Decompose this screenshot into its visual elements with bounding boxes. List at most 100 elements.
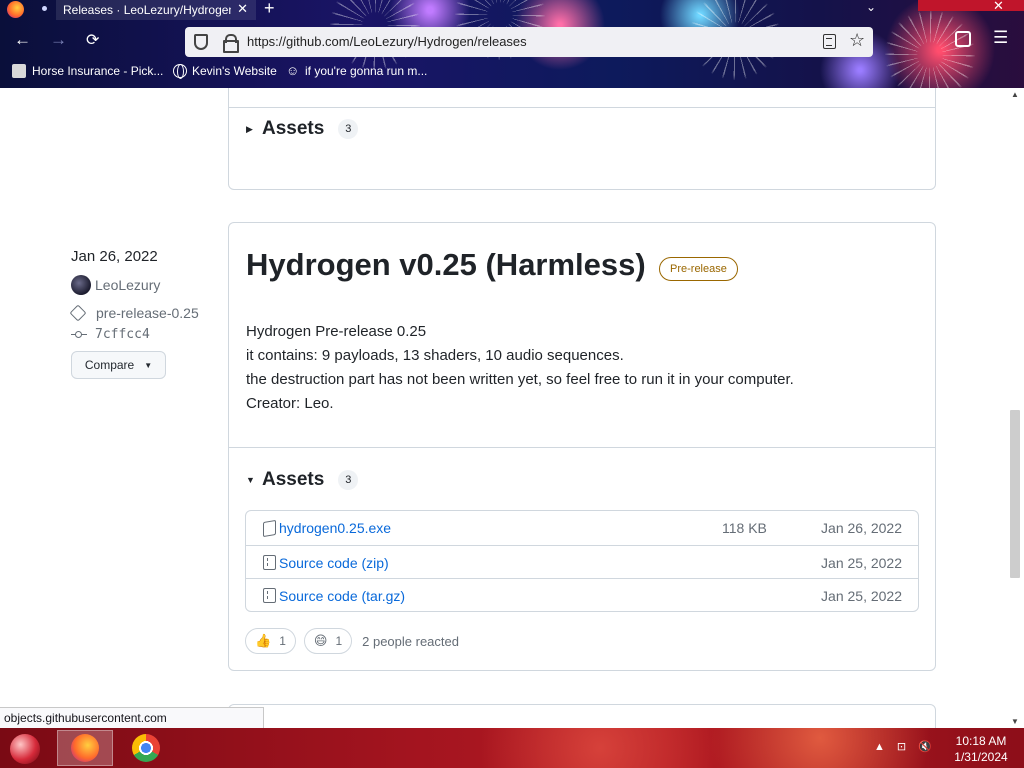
avatar[interactable] [71,275,91,295]
author-link[interactable]: LeoLezury [71,275,221,295]
bookmark-kevins-website[interactable]: Kevin's Website [173,64,277,79]
bookmark-favicon-icon [12,64,26,78]
compare-button[interactable]: Compare ▼ [71,351,166,379]
taskbar-firefox[interactable] [57,730,113,766]
divider [229,447,935,448]
tag-link[interactable]: pre-release-0.25 [71,305,221,321]
scrollbar-thumb[interactable] [1010,410,1020,578]
release-title[interactable]: Hydrogen v0.25 (Harmless) [246,247,646,283]
commit-sha[interactable]: 7cffcc4 [95,327,150,342]
back-button[interactable]: ← [14,30,31,50]
link-status-bar: objects.githubusercontent.com [0,707,264,729]
scroll-down-icon[interactable]: ▼ [1011,717,1019,726]
bookmark-gonna-run[interactable]: ☺ if you're gonna run m... [286,63,428,79]
firefox-icon [71,734,99,762]
bookmark-label: Horse Insurance - Pick... [32,64,164,78]
asset-row[interactable]: Source code (zip) Jan 25, 2022 [246,545,918,579]
tab-bar: Releases · LeoLezury/Hydrogen ✕ + ⌄ ✕ [0,0,1024,20]
assets-heading: Assets [262,118,325,139]
face-icon: ☺ [286,63,300,78]
reaction-laugh-button[interactable]: 😄 1 [303,628,353,654]
commit-icon [71,329,87,341]
shield-icon[interactable] [194,34,208,50]
reader-view-icon[interactable] [823,34,836,49]
author-name[interactable]: LeoLezury [95,277,160,293]
chrome-icon [132,734,160,762]
caret-down-icon: ▼ [246,475,255,485]
url-text[interactable]: https://github.com/LeoLezury/Hydrogen/re… [247,34,527,49]
window-close-area[interactable] [918,0,1024,11]
tag-icon [72,307,87,319]
divider [229,107,935,108]
release-date: Jan 26, 2022 [71,248,158,265]
tab-indicator-icon [42,6,47,11]
window-close-icon[interactable]: ✕ [993,0,1004,14]
asset-date: Jan 26, 2022 [821,520,902,536]
release-meta: Jan 26, 2022 LeoLezury pre-release-0.25 … [71,248,221,379]
commit-link[interactable]: 7cffcc4 [71,327,221,342]
release-note-line: Hydrogen Pre-release 0.25 [246,323,427,340]
forward-button[interactable]: → [50,30,67,50]
page-scrollbar[interactable]: ▲ ▼ [1006,88,1024,728]
assets-heading: Assets [262,469,325,490]
menu-icon[interactable]: ☰ [993,28,1008,48]
start-button[interactable] [10,734,40,764]
asset-date: Jan 25, 2022 [821,587,902,604]
asset-date: Jan 25, 2022 [821,554,902,571]
asset-link[interactable]: hydrogen0.25.exe [279,520,391,536]
extensions-icon[interactable] [955,31,971,47]
caret-down-icon: ▼ [144,360,153,370]
file-zip-icon [263,588,276,603]
thumbs-up-icon: 👍 [255,633,272,648]
reactions-summary: 2 people reacted [362,633,459,649]
url-bar[interactable]: https://github.com/LeoLezury/Hydrogen/re… [185,27,873,57]
new-tab-button[interactable]: + [264,0,275,19]
bookmark-star-icon[interactable]: ☆ [849,30,865,51]
clock[interactable]: 10:18 AM 1/31/2024 [950,733,1012,765]
lock-icon[interactable] [223,34,239,53]
asset-row[interactable]: Source code (tar.gz) Jan 25, 2022 [246,578,918,612]
next-release-card [228,704,936,728]
file-zip-icon [263,555,276,570]
reaction-count: 1 [335,634,343,648]
system-tray: ▲ ⊡ 🔇 [874,740,944,754]
chevron-up-icon[interactable]: ▲ [874,741,885,753]
asset-link[interactable]: Source code (tar.gz) [279,588,405,604]
firefox-logo-icon [7,1,24,18]
release-note-line: Creator: Leo. [246,395,334,412]
close-tab-icon[interactable]: ✕ [237,1,248,17]
reaction-thumbs-up-button[interactable]: 👍 1 [245,628,296,654]
network-icon[interactable]: ⊡ [897,740,906,753]
reaction-count: 1 [279,634,286,648]
taskbar: ▲ ⊡ 🔇 10:18 AM 1/31/2024 [0,728,1024,768]
bookmark-label: if you're gonna run m... [305,64,428,78]
bookmarks-bar: Horse Insurance - Pick... Kevin's Websit… [0,62,1024,84]
package-icon [263,519,276,537]
previous-release-card: ▶ Assets 3 [228,88,936,190]
bookmark-label: Kevin's Website [192,64,277,78]
release-card: Hydrogen v0.25 (Harmless) Pre-release Hy… [228,222,936,671]
caret-right-icon: ▶ [246,123,253,134]
tab-releases[interactable]: Releases · LeoLezury/Hydrogen ✕ [56,0,256,20]
taskbar-chrome[interactable] [118,730,174,766]
list-tabs-chevron-icon[interactable]: ⌄ [866,0,876,14]
tab-title: Releases · LeoLezury/Hydrogen [63,3,231,17]
assets-counter: 3 [338,470,359,490]
globe-icon [173,64,187,79]
prerelease-badge: Pre-release [659,257,738,281]
volume-muted-icon[interactable]: 🔇 [918,740,932,753]
nav-bar: ← → ⟳ https://github.com/LeoLezury/Hydro… [0,24,1024,60]
asset-link[interactable]: Source code (zip) [279,555,389,571]
compare-label: Compare [84,358,135,372]
reload-button[interactable]: ⟳ [86,30,99,50]
asset-row[interactable]: hydrogen0.25.exe 118 KB Jan 26, 2022 [246,511,918,545]
scroll-up-icon[interactable]: ▲ [1011,90,1019,99]
assets-toggle[interactable]: ▼ Assets 3 [246,469,359,491]
tag-name[interactable]: pre-release-0.25 [96,305,199,321]
bookmark-horse-insurance[interactable]: Horse Insurance - Pick... [12,64,163,78]
release-notes: Hydrogen Pre-release 0.25 it contains: 9… [246,320,794,416]
assets-toggle[interactable]: ▶ Assets 3 [246,118,359,140]
release-note-line: it contains: 9 payloads, 13 shaders, 10 … [246,347,624,364]
reactions: 👍 1 😄 1 2 people reacted [245,628,459,654]
release-note-line: the destruction part has not been writte… [246,371,794,388]
